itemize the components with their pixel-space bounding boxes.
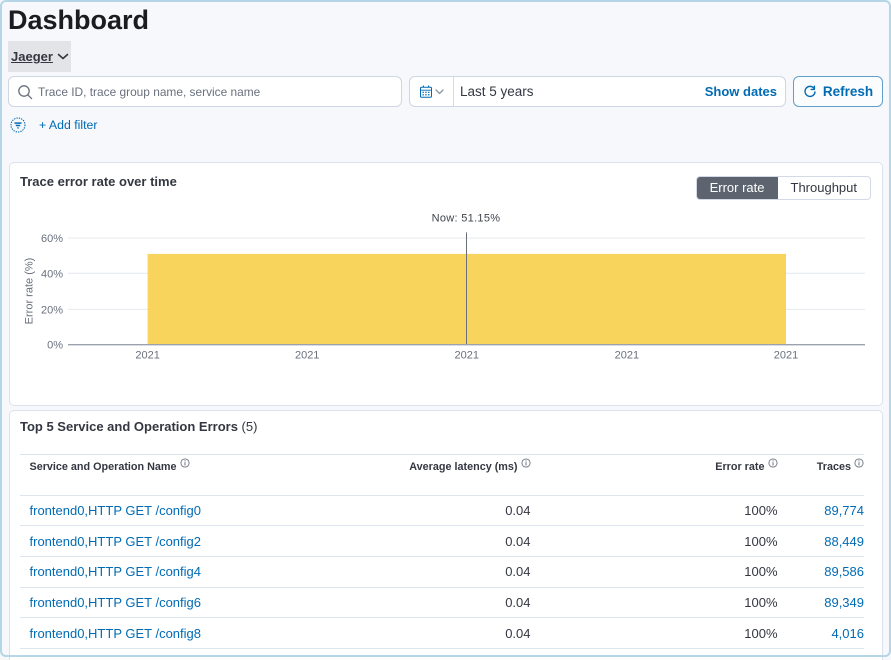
svg-text:Now: 51.15%: Now: 51.15% xyxy=(432,213,501,225)
svg-text:60%: 60% xyxy=(41,233,63,245)
svg-text:2021: 2021 xyxy=(615,349,639,361)
svg-text:2021: 2021 xyxy=(135,349,159,361)
svg-text:2021: 2021 xyxy=(455,349,479,361)
svg-text:2021: 2021 xyxy=(295,349,319,361)
svg-text:Error rate (%): Error rate (%) xyxy=(24,258,36,325)
svg-text:0%: 0% xyxy=(47,340,63,352)
svg-text:20%: 20% xyxy=(41,304,63,316)
svg-text:40%: 40% xyxy=(41,268,63,280)
svg-text:2021: 2021 xyxy=(774,349,798,361)
